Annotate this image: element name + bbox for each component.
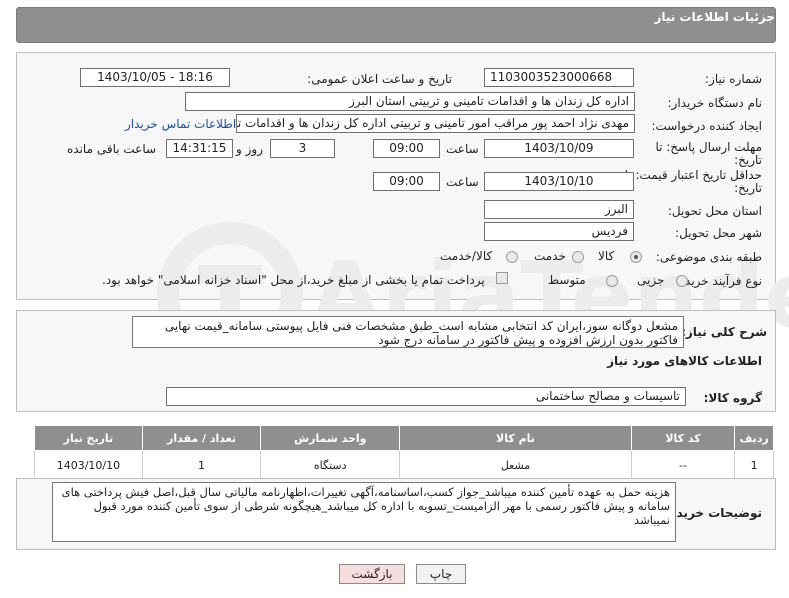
goods-group-label: گروه کالا: — [703, 391, 762, 405]
remaining-label: ساعت باقی مانده — [67, 142, 157, 156]
print-button[interactable]: چاپ — [416, 564, 466, 584]
goods-info-title: اطلاعات کالاهای مورد نیاز — [607, 354, 762, 368]
description-text[interactable]: مشعل دوگانه سوز،ایران کد انتخابی مشابه ا… — [132, 316, 684, 348]
col-item-code: کد کالا — [630, 425, 736, 451]
items-table: ردیف کد کالا نام کالا واحد شمارش تعداد /… — [34, 425, 774, 480]
description-label: شرح کلی نیاز: — [681, 325, 767, 339]
process-option-medium: متوسط — [548, 273, 586, 287]
table-row[interactable]: 1 -- مشعل دستگاه 1 1403/10/10 — [34, 450, 774, 480]
col-unit: واحد شمارش — [260, 425, 401, 451]
col-item-name: نام کالا — [399, 425, 632, 451]
goods-group-field[interactable]: تاسیسات و مصالح ساختمانی — [166, 387, 686, 406]
announce-datetime-field[interactable]: 1403/10/05 - 18:16 — [80, 68, 230, 87]
cell-item-code: -- — [630, 450, 736, 480]
buyer-field[interactable]: اداره کل زندان ها و اقدامات تامینی و ترب… — [185, 92, 635, 111]
category-option-goods: کالا — [598, 249, 615, 263]
category-option-service: خدمت — [534, 249, 566, 263]
requester-field[interactable]: مهدی نژاد احمد پور مراقب امور تامینی و ت… — [236, 114, 635, 133]
process-radio-minor[interactable] — [676, 275, 688, 287]
deadline-label-2: تاریخ: — [734, 153, 762, 167]
process-radio-medium[interactable] — [606, 275, 618, 287]
validity-time-field[interactable]: 09:00 — [373, 172, 440, 191]
category-option-goods-service: کالا/خدمت — [440, 249, 493, 263]
validity-date-field[interactable]: 1403/10/10 — [484, 172, 634, 191]
deadline-label: مهلت ارسال پاسخ: تا — [655, 140, 762, 154]
cell-item-name: مشعل — [399, 450, 632, 480]
col-need-date: تاریخ نیاز — [34, 425, 143, 451]
province-field[interactable]: البرز — [484, 200, 634, 219]
buyer-contact-link[interactable]: اطلاعات تماس خریدار — [125, 117, 236, 131]
deadline-date-field[interactable]: 1403/10/09 — [484, 139, 634, 158]
need-number-field[interactable]: 1103003523000668 — [484, 68, 634, 87]
category-radio-service[interactable] — [572, 251, 584, 263]
cell-row: 1 — [734, 450, 774, 480]
city-label: شهر محل تحویل: — [675, 226, 762, 240]
buyer-label: نام دستگاه خریدار: — [667, 96, 763, 110]
col-row: ردیف — [734, 425, 774, 451]
buyer-notes-text[interactable]: هزینه حمل به عهده تأمین کننده میباشد_جوا… — [52, 482, 676, 542]
days-label: روز و — [236, 142, 263, 156]
cell-need-date: 1403/10/10 — [34, 450, 143, 480]
province-label: استان محل تحویل: — [667, 204, 762, 218]
treasury-payment-checkbox[interactable] — [496, 272, 508, 284]
category-radio-goods[interactable] — [630, 251, 642, 263]
category-radio-goods-service[interactable] — [506, 251, 518, 263]
items-table-header: ردیف کد کالا نام کالا واحد شمارش تعداد /… — [34, 425, 774, 451]
page-title: جزئیات اطلاعات نیاز — [654, 10, 775, 24]
treasury-payment-note: پرداخت تمام یا بخشی از مبلغ خرید،از محل … — [102, 273, 485, 287]
validity-label-2: تاریخ: — [734, 181, 762, 195]
process-type-label: نوع فرآیند خرید : — [677, 274, 762, 288]
category-label: طبقه بندی موضوعی: — [655, 250, 762, 264]
cell-quantity: 1 — [141, 450, 262, 480]
deadline-days-field[interactable]: 3 — [270, 139, 335, 158]
validity-time-label: ساعت — [446, 175, 479, 189]
back-button[interactable]: بازگشت — [339, 564, 405, 584]
remaining-time-field[interactable]: 14:31:15 — [166, 139, 233, 158]
cell-unit: دستگاه — [260, 450, 401, 480]
announce-label: تاریخ و ساعت اعلان عمومی: — [307, 72, 452, 86]
requester-label: ایجاد کننده درخواست: — [651, 119, 762, 133]
need-number-label: شماره نیاز: — [705, 72, 762, 86]
col-quantity: تعداد / مقدار — [141, 425, 262, 451]
validity-label: حداقل تاریخ اعتبار قیمت: تا — [624, 168, 762, 182]
city-field[interactable]: فردیس — [484, 222, 634, 241]
deadline-time-field[interactable]: 09:00 — [373, 139, 440, 158]
deadline-time-label: ساعت — [446, 142, 479, 156]
process-option-minor: جزیی — [637, 273, 665, 287]
